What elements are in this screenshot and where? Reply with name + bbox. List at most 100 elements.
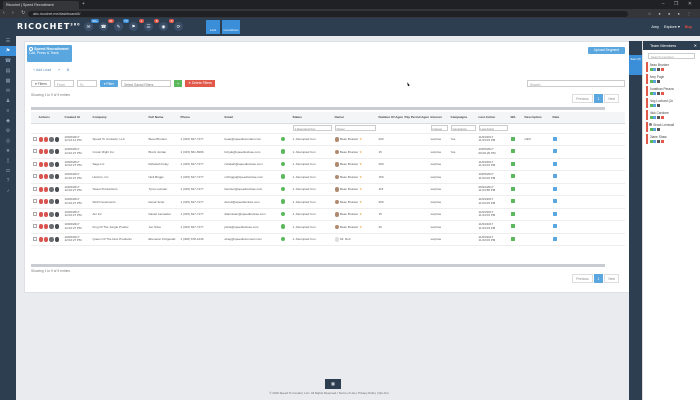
last-action-filter-select[interactable]: Last Action [478,125,508,131]
page-1-button-bottom[interactable]: 1 [593,274,604,283]
whatsapp-icon[interactable] [280,161,285,166]
row-checkbox[interactable] [32,211,37,216]
more-action-icon[interactable] [54,236,60,242]
next-page-button[interactable]: Next [604,94,619,103]
ricochet-logo[interactable]: RICOCHET360 [17,22,81,31]
user-menu[interactable]: Amy [651,25,659,29]
footer-grid-icon[interactable]: ▦ [325,379,341,389]
column-header[interactable]: Owner [333,112,377,124]
interest-filter-select[interactable]: Interest [430,125,448,131]
column-header[interactable]: Description [523,112,551,124]
add-filter-button[interactable]: + [174,80,183,87]
note-icon[interactable] [552,224,557,229]
more-action-icon[interactable] [54,211,60,217]
team-member[interactable]: Jonathan Peraza [646,86,697,96]
filters-toggle-button[interactable]: ▾ Filters [31,80,51,87]
header-icon-6[interactable]: ⟳ [174,22,183,31]
table-row[interactable]: 10/06/2017 12:02:27 PM King Of The Jungle… [31,220,625,234]
whatsapp-icon[interactable] [280,224,285,229]
column-header[interactable]: WA [509,112,523,124]
row-checkbox[interactable] [32,199,37,204]
column-header[interactable]: Email [223,112,279,124]
more-action-icon[interactable] [54,174,60,180]
edit-action-icon[interactable] [49,236,54,242]
explore-menu[interactable]: Explore ▾ [664,24,680,29]
calendar-icon[interactable]: ▦ [0,76,16,86]
edit-action-icon[interactable] [49,186,54,192]
team-member[interactable]: Nick Cardone [646,110,697,120]
extensions-bar[interactable]: ☆ ● ● ● ⋮ [648,11,694,16]
leads-icon[interactable]: ⚑ [0,46,16,56]
upload-segment-button[interactable]: Upload Segment [588,47,625,54]
horizontal-scrollbar-bottom[interactable] [31,264,605,267]
from-date-input[interactable]: From [53,80,74,87]
email-action-icon[interactable] [43,211,49,217]
team-member[interactable]: Diane Shaw [646,134,697,144]
more-action-icon[interactable] [54,161,60,167]
column-header[interactable]: Company [91,112,147,124]
lock-icon[interactable]: ◘ [0,166,16,176]
countdown-button[interactable]: Countdown [222,20,240,34]
edit-action-icon[interactable] [49,174,54,180]
star-icon[interactable]: ★ [0,146,16,156]
team-search-input[interactable]: Search members [648,53,695,59]
call-action-icon[interactable] [38,199,44,205]
call-action-icon[interactable] [38,224,44,230]
new-tab-icon[interactable]: + [82,1,85,7]
status-filter-select[interactable]: 1 Attempted Con [292,125,332,131]
edit-action-icon[interactable] [49,161,54,167]
table-row[interactable]: 10/06/2017 12:02:27 PM Ant Inc Daniel Lanc… [31,208,625,221]
table-row[interactable]: 10/06/2017 12:02:27 PM Sweet Productions T… [31,183,625,196]
prev-page-button[interactable]: Previous [572,94,593,103]
whatsapp-icon[interactable] [280,236,285,241]
row-checkbox[interactable] [32,174,37,179]
team-member[interactable]: Amy Pugh [646,74,697,84]
delete-filters-button[interactable]: ✕ Delete Filters [185,80,215,87]
share-icon[interactable]: ↗ [57,68,60,72]
row-checkbox[interactable] [32,236,37,241]
column-header[interactable]: Date [551,112,625,124]
call-action-icon[interactable] [38,174,44,180]
table-row[interactable]: 10/06/2017 12:04:14 PM Speed To Contacts,… [31,133,625,146]
chart-icon[interactable]: ▤ [0,66,16,76]
header-icon-1[interactable]: ☎ 31 [99,19,114,31]
user-icon[interactable]: ♟ [0,96,16,106]
row-checkbox[interactable] [32,161,37,166]
whatsapp-icon[interactable] [280,211,285,216]
header-icon-5[interactable]: ◉ 0 [159,19,174,31]
next-page-button-bottom[interactable]: Next [604,274,619,283]
note-icon[interactable] [552,149,557,154]
email-action-icon[interactable] [43,236,49,242]
column-header[interactable]: Last Action [477,112,509,124]
address-bar[interactable]: abc.ricochet.me/dashboard/#/ [28,10,628,17]
call-action-icon[interactable] [38,161,44,167]
more-action-icon[interactable] [54,224,60,230]
email-action-icon[interactable] [43,136,49,142]
column-header[interactable]: Full Name [147,112,179,124]
team-tab[interactable]: Team (8) [629,55,642,75]
add-lead-link[interactable]: + Add Lead [33,68,51,72]
column-header[interactable]: Pay Period Agent [403,112,429,124]
team-member[interactable]: Beau Brunker [646,62,697,72]
more-action-icon[interactable] [54,186,60,192]
settings-icon[interactable]: ⚙ [0,126,16,136]
email-action-icon[interactable] [43,174,49,180]
more-action-icon[interactable] [54,136,60,142]
table-row[interactable]: 10/06/2017 12:02:27 PM Horizon, Inc Nick B… [31,170,625,184]
header-icon-4[interactable]: ☰ 8 [144,19,159,31]
team-member[interactable]: Nog Lochard (Jo [646,98,697,108]
campaigns-filter-select[interactable]: Campaigns [450,125,476,131]
owner-filter-select[interactable]: Owner [334,125,376,131]
note-icon[interactable] [552,236,557,241]
page-1-button[interactable]: 1 [593,94,604,103]
note-icon[interactable] [552,199,557,204]
call-action-icon[interactable] [38,186,44,192]
more-action-icon[interactable] [54,149,60,155]
mail-icon[interactable]: ✉ [0,86,16,96]
column-header[interactable]: Actions [37,112,63,124]
note-icon[interactable] [552,211,557,216]
bell-icon[interactable]: ♪ [0,186,16,196]
note-icon[interactable] [552,174,557,179]
whatsapp-icon[interactable] [280,186,285,191]
whatsapp-icon[interactable] [280,199,285,204]
